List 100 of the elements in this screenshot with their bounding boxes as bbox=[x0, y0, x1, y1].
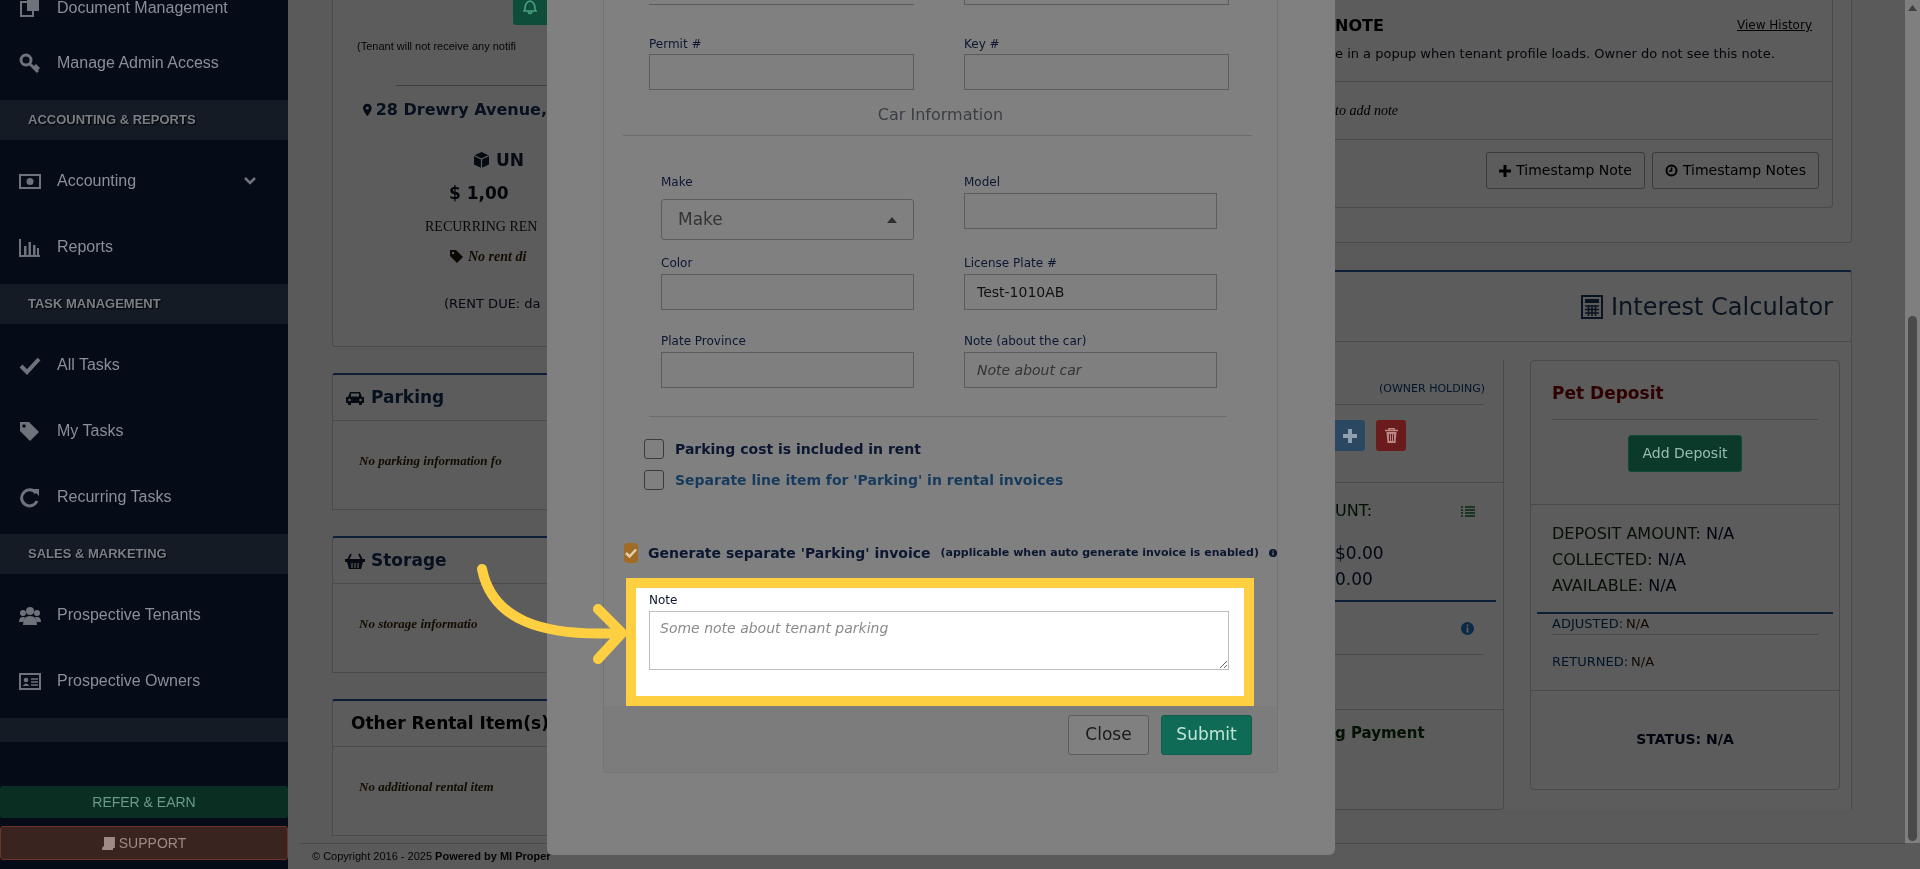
calculator-icon bbox=[1581, 294, 1603, 319]
sidebar-section-header: SALES & MARKETING bbox=[0, 534, 288, 574]
input-field[interactable] bbox=[964, 193, 1217, 229]
checkbox[interactable] bbox=[624, 543, 639, 563]
panel-title: Other Rental Item(s) bbox=[351, 711, 547, 735]
panel-title: Interest Calculator bbox=[1611, 291, 1833, 323]
field-label: Model bbox=[964, 174, 1002, 190]
field-label: Key # bbox=[964, 36, 1001, 52]
timestamp-note-button[interactable]: Timestamp Note bbox=[1486, 152, 1645, 189]
bell-icon bbox=[523, 0, 537, 15]
support-button[interactable]: SUPPORT bbox=[0, 826, 288, 860]
empty-message: No additional rental item bbox=[358, 778, 495, 796]
field-label: Permit # bbox=[649, 36, 703, 52]
input-field[interactable] bbox=[964, 54, 1229, 90]
panel-title: Storage bbox=[371, 548, 447, 572]
field-label: Plate Province bbox=[661, 333, 747, 349]
empty-message: No storage informatio bbox=[358, 615, 479, 633]
sidebar-item[interactable]: My Tasks bbox=[0, 398, 288, 464]
info-icon bbox=[1461, 621, 1474, 635]
users-icon bbox=[19, 604, 41, 626]
plus-icon bbox=[1343, 428, 1357, 443]
sidebar-item[interactable]: Reports bbox=[0, 214, 288, 280]
sidebar-item[interactable]: Document Management bbox=[0, 0, 288, 30]
input-field[interactable]: Note about car bbox=[964, 352, 1217, 388]
plus-icon bbox=[1499, 164, 1512, 177]
submit-button[interactable]: Submit bbox=[1161, 715, 1252, 755]
copyright-text: © Copyright 2016 - 2025 Powered by MI Proper bbox=[312, 849, 551, 865]
recurring-rent-label: RECURRING REN bbox=[424, 217, 539, 236]
bar-chart-icon bbox=[19, 236, 41, 258]
section-title: Car Information bbox=[876, 105, 1005, 125]
field-label: Note bbox=[649, 592, 679, 608]
sidebar-item[interactable]: All Tasks bbox=[0, 332, 288, 398]
sidebar-section-header: TASK MANAGEMENT bbox=[0, 284, 288, 324]
deposit-detail: RETURNED: N/A bbox=[1552, 653, 1656, 672]
address-text: 28 Drewry Avenue, bbox=[375, 98, 547, 121]
refer-and-earn-button[interactable]: REFER & EARN bbox=[0, 786, 288, 818]
timestamp-notes-button[interactable]: Timestamp Notes bbox=[1651, 152, 1819, 189]
amount-value: $0.00 bbox=[1335, 542, 1385, 565]
amount-label: UNT: bbox=[1335, 500, 1373, 522]
document-icon bbox=[19, 0, 41, 19]
sidebar-item[interactable]: Accounting bbox=[0, 148, 288, 214]
checkbox[interactable] bbox=[644, 439, 664, 459]
field-label: License Plate # bbox=[964, 255, 1058, 271]
chevron-down-icon bbox=[244, 177, 256, 185]
book-icon bbox=[101, 836, 115, 850]
scrollbar[interactable] bbox=[1905, 0, 1920, 843]
basket-icon bbox=[345, 552, 365, 569]
make-dropdown[interactable]: Make bbox=[661, 199, 914, 240]
rent-amount: $ 1,00 bbox=[448, 182, 510, 205]
unit-text: UN bbox=[496, 148, 525, 172]
note-description: e in a popup when tenant profile loads. Owner do not see this note. bbox=[1335, 40, 1832, 82]
sidebar-item[interactable]: Prospective Tenants bbox=[0, 582, 288, 648]
id-card-icon bbox=[19, 670, 41, 692]
status-text: STATUS: N/A bbox=[1531, 689, 1839, 789]
input-field[interactable]: Test-1010AB bbox=[964, 274, 1217, 310]
checkbox[interactable] bbox=[644, 470, 664, 490]
discount-text: No rent di bbox=[468, 247, 527, 266]
add-deposit-button[interactable]: Add Deposit bbox=[1628, 435, 1742, 472]
card-title: Pet Deposit bbox=[1551, 382, 1665, 406]
panel-title: Parking bbox=[371, 385, 445, 409]
deposit-detail: ADJUSTED: N/A bbox=[1552, 614, 1818, 635]
field-label: Note (about the car) bbox=[964, 333, 1088, 349]
deposit-stat: DEPOSIT AMOUNT: N/A bbox=[1552, 523, 1736, 545]
scroll-up-icon bbox=[1908, 5, 1917, 11]
empty-message: No parking information fo bbox=[358, 452, 503, 470]
notice-text: (Tenant will not receive any notifi bbox=[356, 39, 517, 54]
sidebar-item[interactable]: Recurring Tasks bbox=[0, 464, 288, 530]
hint-text: (applicable when auto generate invoice is enabled) bbox=[940, 544, 1259, 561]
sidebar-item[interactable]: Prospective Owners bbox=[0, 648, 288, 714]
note-textarea[interactable]: Some note about tenant parking bbox=[649, 611, 1229, 670]
deposit-stat: AVAILABLE: N/A bbox=[1552, 575, 1678, 597]
caret-up-icon bbox=[887, 216, 897, 223]
close-button[interactable]: Close bbox=[1068, 715, 1149, 755]
field-label: Color bbox=[661, 255, 694, 271]
input-field[interactable] bbox=[661, 352, 914, 388]
input-field[interactable] bbox=[649, 54, 914, 90]
view-history-link[interactable]: View History bbox=[1737, 16, 1812, 34]
input-field[interactable] bbox=[661, 274, 914, 310]
checkbox-label: Generate separate 'Parking' invoice bbox=[648, 543, 931, 563]
sidebar-item[interactable]: Manage Admin Access bbox=[0, 30, 288, 96]
refresh-icon bbox=[19, 486, 41, 508]
key-icon bbox=[19, 52, 41, 74]
check-icon bbox=[625, 548, 638, 558]
checkbox-label: Separate line item for 'Parking' in rental invoices bbox=[675, 470, 1064, 490]
amount-value: 0.00 bbox=[1335, 568, 1374, 591]
tag-icon bbox=[450, 249, 463, 263]
list-icon bbox=[1461, 505, 1475, 517]
rent-due-text: (RENT DUE: da bbox=[443, 294, 542, 313]
clock-icon bbox=[1664, 164, 1678, 177]
checkbox-label: Parking cost is included in rent bbox=[675, 439, 921, 459]
delete-button[interactable] bbox=[1376, 420, 1406, 451]
add-button[interactable] bbox=[1335, 420, 1365, 451]
scrollbar-thumb[interactable] bbox=[1908, 316, 1917, 841]
map-pin-icon bbox=[363, 101, 372, 118]
tag-icon bbox=[19, 420, 41, 442]
cube-icon bbox=[473, 151, 490, 170]
sidebar-section-header: ACCOUNTING & REPORTS bbox=[0, 100, 288, 140]
note-title: NOTE bbox=[1335, 15, 1384, 37]
payment-label: g Payment bbox=[1335, 723, 1426, 744]
deposit-stat: COLLECTED: N/A bbox=[1552, 549, 1687, 571]
